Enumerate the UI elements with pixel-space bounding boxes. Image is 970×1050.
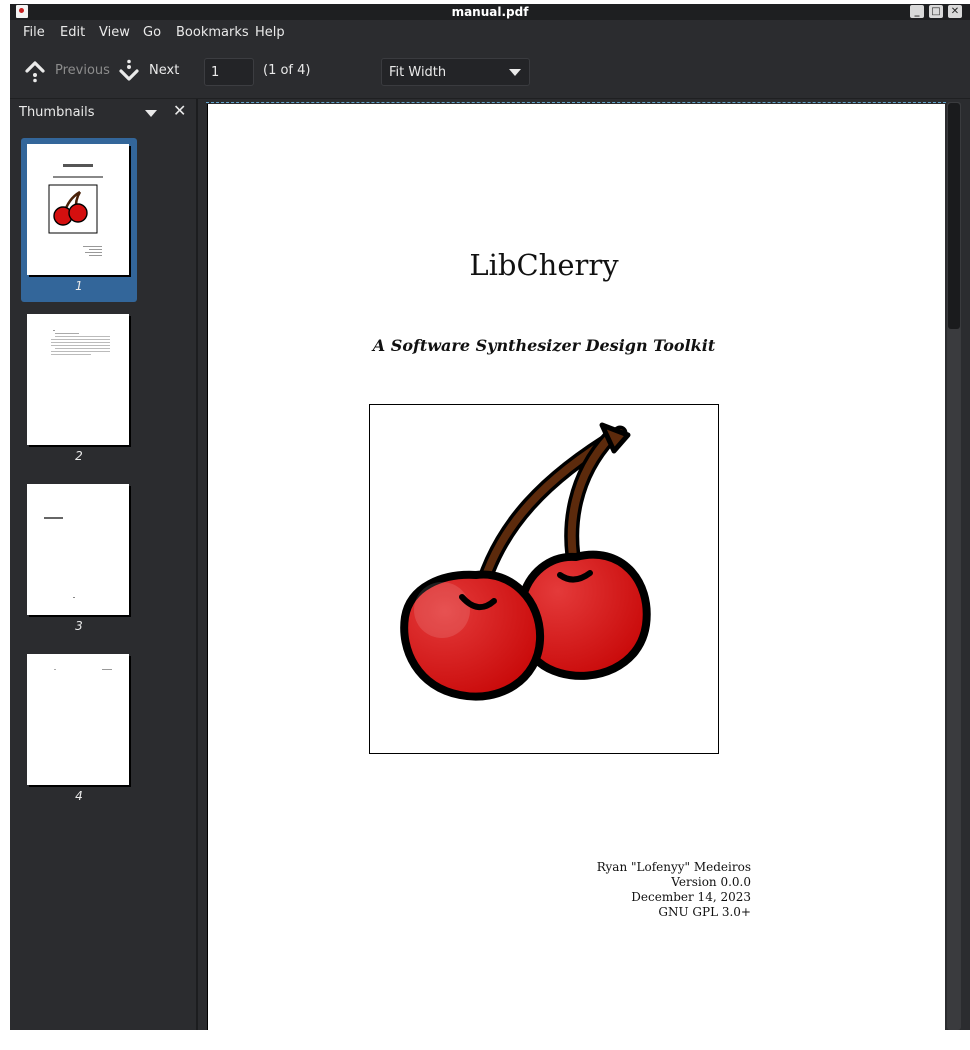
thumbnail-page-1[interactable]: 1	[21, 138, 137, 302]
thumbnail-page-3[interactable]: 3	[21, 478, 137, 642]
previous-button[interactable]: Previous	[20, 46, 110, 98]
window-title: manual.pdf	[451, 5, 529, 19]
previous-icon	[25, 61, 45, 83]
next-button[interactable]: Next	[114, 46, 180, 98]
pdf-viewer-window: manual.pdf _ □ ✕ File Edit View Go Bookm…	[10, 4, 970, 1030]
sidebar-header: Thumbnails ✕	[10, 99, 196, 125]
zoom-select[interactable]: Fit Width	[381, 58, 530, 86]
sidebar-title: Thumbnails	[19, 105, 95, 120]
document-view[interactable]: LibCherry A Software Synthesizer Design …	[198, 99, 970, 1030]
close-window-button[interactable]: ✕	[948, 5, 962, 18]
chevron-down-icon	[509, 69, 521, 76]
thumbnail-image	[27, 484, 129, 615]
close-icon[interactable]: ✕	[173, 101, 186, 120]
date-line: December 14, 2023	[631, 890, 751, 904]
thumbnail-image	[27, 144, 129, 275]
cherry-icon	[400, 422, 651, 701]
toolbar: Previous Next 1 (1 of 4) Fit Width	[10, 46, 970, 99]
page-count-label: (1 of 4)	[263, 63, 311, 78]
thumbnail-number: 4	[75, 789, 83, 803]
thumbnail-image	[27, 314, 129, 445]
sidebar: Thumbnails ✕ 1 2 3 4	[10, 99, 198, 1030]
thumbnail-number: 3	[75, 619, 83, 633]
thumbnail-number: 1	[75, 279, 83, 293]
page-number-input[interactable]: 1	[204, 58, 254, 86]
thumbnail-image	[27, 654, 129, 785]
next-label: Next	[149, 63, 180, 78]
previous-label: Previous	[55, 63, 110, 78]
menu-edit[interactable]: Edit	[60, 25, 85, 40]
credits-block: Ryan "Lofenyy" Medeiros Version 0.0.0 De…	[597, 860, 751, 920]
thumbnail-page-2[interactable]: 2	[21, 308, 137, 472]
next-icon	[119, 59, 139, 81]
zoom-value: Fit Width	[389, 65, 447, 80]
thumbnail-page-4[interactable]: 4	[21, 648, 137, 812]
minimize-button[interactable]: _	[910, 5, 924, 18]
menu-view[interactable]: View	[99, 25, 130, 40]
menu-bar: File Edit View Go Bookmarks Help	[10, 20, 970, 46]
scrollbar-thumb[interactable]	[948, 103, 960, 329]
document-title: LibCherry	[469, 248, 619, 282]
license-line: GNU GPL 3.0+	[658, 905, 751, 919]
menu-help[interactable]: Help	[255, 25, 285, 40]
pdf-page: LibCherry A Software Synthesizer Design …	[207, 104, 945, 1030]
document-subtitle: A Software Synthesizer Design Toolkit	[372, 336, 716, 355]
menu-go[interactable]: Go	[143, 25, 161, 40]
author-line: Ryan "Lofenyy" Medeiros	[596, 860, 751, 874]
maximize-button[interactable]: □	[929, 5, 943, 18]
dropdown-icon[interactable]	[145, 110, 157, 117]
title-bar: manual.pdf _ □ ✕	[10, 4, 970, 20]
version-line: Version 0.0.0	[671, 875, 751, 889]
menu-file[interactable]: File	[23, 25, 45, 40]
thumbnail-number: 2	[75, 449, 83, 463]
menu-bookmarks[interactable]: Bookmarks	[176, 25, 249, 40]
cherry-illustration	[369, 404, 719, 754]
vertical-scrollbar[interactable]	[947, 102, 961, 1030]
